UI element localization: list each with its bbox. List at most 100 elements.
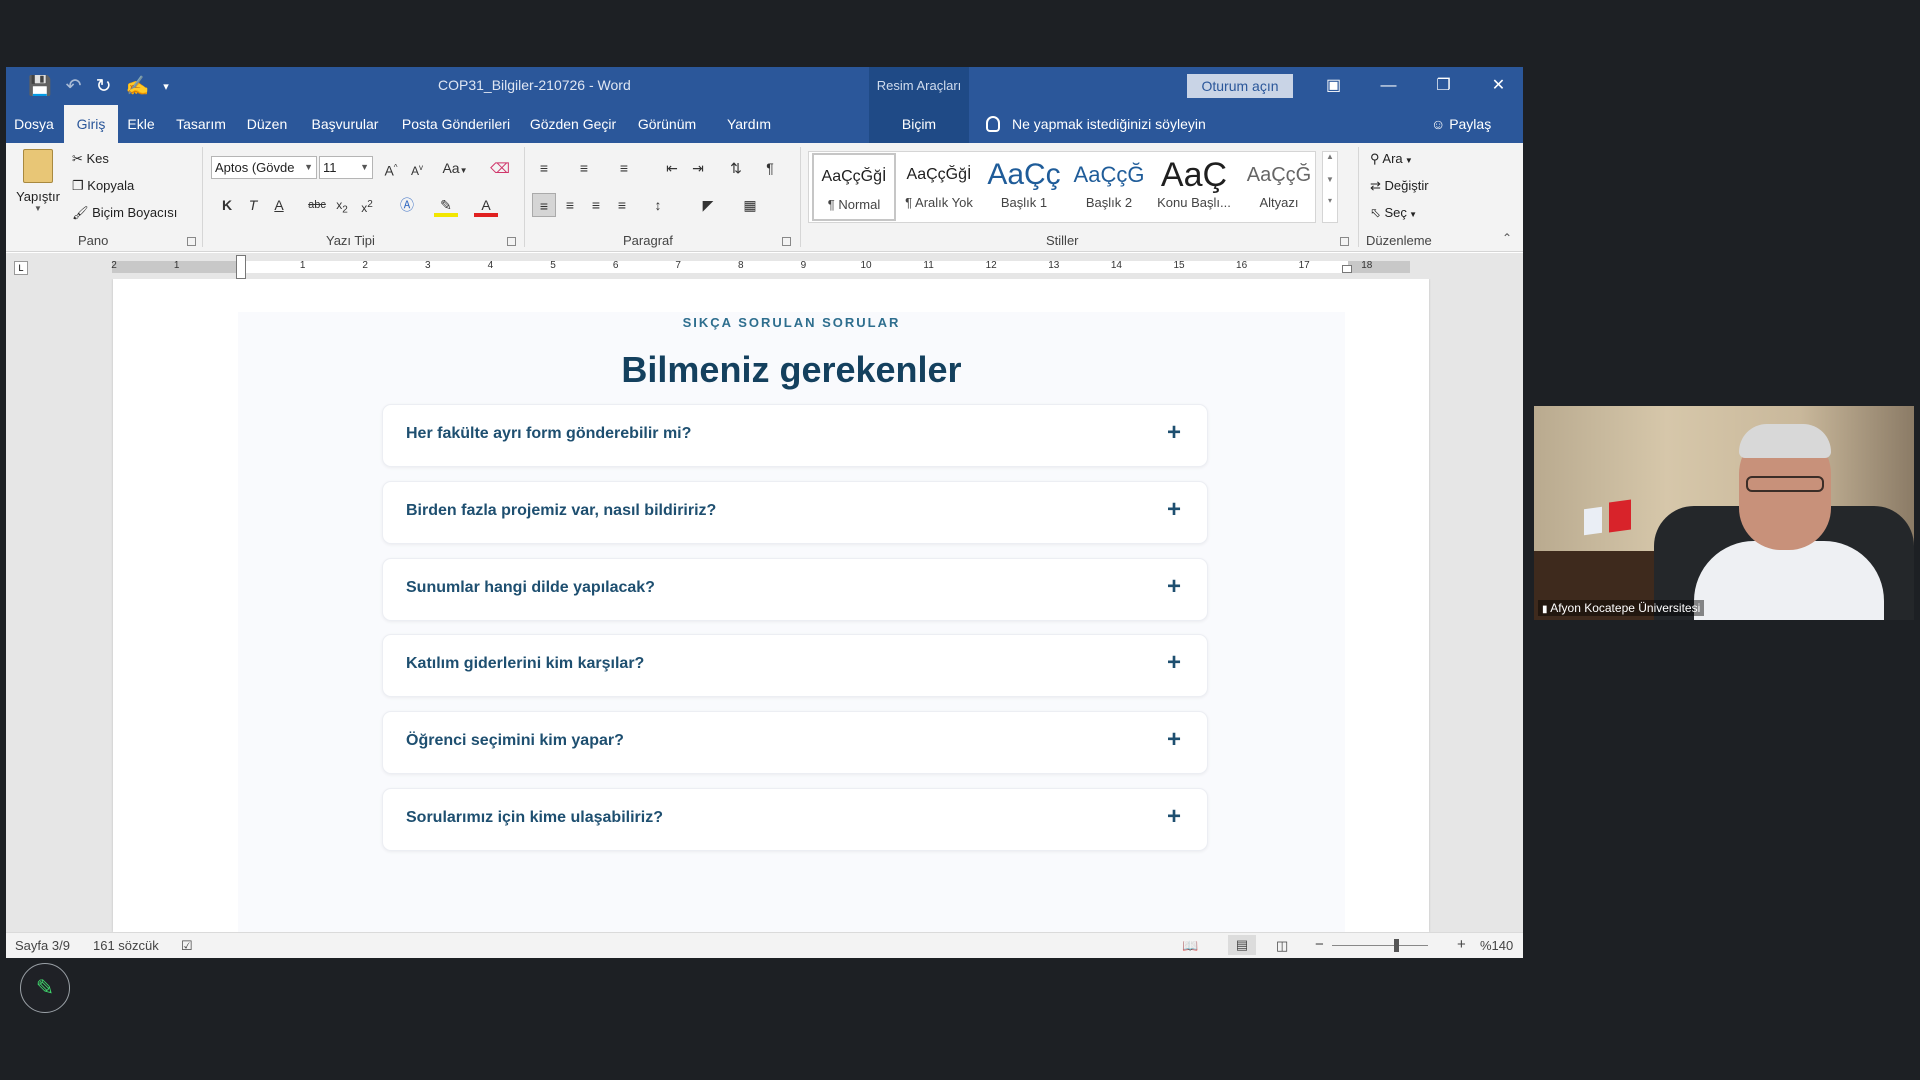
clear-formatting-icon[interactable]: ⌫ [488, 156, 512, 180]
tab-references[interactable]: Başvurular [298, 105, 392, 143]
dialog-launcher-icon[interactable] [187, 237, 196, 246]
select-button[interactable]: ⬁ Seç ▼ [1370, 205, 1417, 221]
style-heading-2[interactable]: AaÇçĞ Başlık 2 [1067, 153, 1151, 221]
tab-help[interactable]: Yardım [708, 105, 790, 143]
faq-item[interactable]: Sunumlar hangi dilde yapılacak? + [382, 558, 1208, 621]
copy-button[interactable]: ❐ Kopyala [72, 178, 134, 194]
borders-icon[interactable]: ▦ [738, 193, 762, 217]
faq-item[interactable]: Birden fazla projemiz var, nasıl bildiri… [382, 481, 1208, 544]
plus-icon[interactable]: + [1167, 573, 1181, 601]
zoom-slider-thumb[interactable] [1394, 939, 1399, 952]
superscript-icon[interactable]: x2 [355, 193, 379, 217]
tab-selector[interactable]: L [14, 261, 28, 275]
indent-marker[interactable] [236, 255, 246, 279]
document-page[interactable]: SIKÇA SORULAN SORULAR Bilmeniz gerekenle… [113, 279, 1429, 932]
strikethrough-button[interactable]: abc [305, 193, 329, 217]
pen-annotate-button[interactable]: ✎ [20, 963, 70, 1013]
style-subtitle[interactable]: AaÇçĞ Altyazı [1237, 153, 1321, 221]
dialog-launcher-icon[interactable] [1340, 237, 1349, 246]
plus-icon[interactable]: + [1167, 496, 1181, 524]
chevron-up-icon[interactable]: ▲ [1323, 152, 1337, 161]
subscript-icon[interactable]: x2 [330, 193, 354, 217]
cut-button[interactable]: ✂ Kes [72, 151, 109, 167]
styles-gallery-scroll[interactable]: ▲ ▼ ▾ [1322, 151, 1338, 223]
change-case-button[interactable]: Aa▼ [438, 156, 472, 180]
faq-item[interactable]: Her fakülte ayrı form gönderebilir mi? + [382, 404, 1208, 467]
plus-icon[interactable]: + [1167, 419, 1181, 447]
style-title[interactable]: AaÇ Konu Başlı... [1152, 153, 1236, 221]
tab-insert[interactable]: Ekle [118, 105, 164, 143]
zoom-slider[interactable] [1332, 945, 1428, 946]
sort-icon[interactable]: ⇅ [724, 156, 748, 180]
web-layout-icon[interactable]: ◫ [1276, 938, 1288, 954]
style-normal[interactable]: AaÇçĞğİ ¶ Normal [812, 153, 896, 221]
ribbon-display-icon[interactable]: ▣ [1306, 67, 1361, 105]
print-layout-icon[interactable]: ▤ [1228, 935, 1256, 955]
more-icon[interactable]: ▾ [1323, 196, 1337, 205]
faq-item[interactable]: Katılım giderlerini kim karşılar? + [382, 634, 1208, 697]
tab-layout[interactable]: Düzen [236, 105, 298, 143]
touch-mode-icon[interactable]: ✍ [126, 74, 150, 98]
paste-button[interactable]: Yapıştır ▼ [16, 149, 60, 213]
align-center-icon[interactable]: ≡ [558, 193, 582, 217]
chevron-down-icon[interactable]: ▼ [1323, 175, 1337, 184]
format-painter-button[interactable]: 🖌 Biçim Boyacısı [72, 205, 177, 221]
bold-button[interactable]: K [215, 193, 239, 217]
bullets-icon[interactable]: ≡ [532, 156, 556, 180]
page-indicator[interactable]: Sayfa 3/9 [15, 938, 70, 953]
faq-image[interactable]: SIKÇA SORULAN SORULAR Bilmeniz gerekenle… [238, 312, 1345, 932]
save-icon[interactable]: 💾 [28, 74, 52, 98]
tab-home[interactable]: Giriş [64, 105, 118, 143]
zoom-level[interactable]: %140 [1480, 938, 1513, 953]
faq-item[interactable]: Sorularımız için kime ulaşabiliriz? + [382, 788, 1208, 851]
increase-indent-icon[interactable]: ⇥ [686, 156, 710, 180]
dialog-launcher-icon[interactable] [507, 237, 516, 246]
replace-button[interactable]: ⇄ Değiştir [1370, 178, 1429, 194]
word-count[interactable]: 161 sözcük [93, 938, 159, 953]
style-no-spacing[interactable]: AaÇçĞğİ ¶ Aralık Yok [897, 153, 981, 221]
faq-item[interactable]: Öğrenci seçimini kim yapar? + [382, 711, 1208, 774]
decrease-indent-icon[interactable]: ⇤ [660, 156, 684, 180]
minimize-icon[interactable]: — [1361, 67, 1416, 105]
tab-review[interactable]: Gözden Geçir [520, 105, 626, 143]
plus-icon[interactable]: + [1167, 726, 1181, 754]
italic-button[interactable]: T [241, 193, 265, 217]
webcam-video[interactable]: ▮ Afyon Kocatepe Üniversitesi [1534, 406, 1914, 620]
read-mode-icon[interactable]: 📖 [1182, 938, 1198, 954]
tab-format[interactable]: Biçim [869, 105, 969, 143]
shrink-font-icon[interactable]: Av [405, 156, 429, 180]
shading-icon[interactable]: ◤ [696, 193, 720, 217]
signin-button[interactable]: Oturum açın [1187, 74, 1293, 98]
share-button[interactable]: ☺ Paylaş [1431, 105, 1491, 143]
tab-design[interactable]: Tasarım [166, 105, 236, 143]
right-indent-marker[interactable] [1342, 265, 1352, 273]
style-heading-1[interactable]: AaÇç Başlık 1 [982, 153, 1066, 221]
tab-file[interactable]: Dosya [6, 105, 62, 143]
customize-qat-icon[interactable]: ▾ [163, 80, 169, 93]
pilcrow-icon[interactable]: ¶ [758, 156, 782, 180]
restore-icon[interactable]: ❐ [1416, 67, 1471, 105]
proofing-icon[interactable]: ☑ [181, 938, 193, 954]
plus-icon[interactable]: + [1167, 649, 1181, 677]
align-right-icon[interactable]: ≡ [584, 193, 608, 217]
font-name-combo[interactable]: Aptos (Gövde ▼ [211, 156, 317, 179]
dialog-launcher-icon[interactable] [782, 237, 791, 246]
ruler-bar[interactable]: 2 1 1 2 3 4 5 6 7 8 9 10 11 12 13 14 15 16 17 18 [111, 255, 1410, 279]
underline-button[interactable]: A [267, 193, 291, 217]
grow-font-icon[interactable]: A^ [379, 156, 403, 180]
tab-mailings[interactable]: Posta Gönderileri [392, 105, 520, 143]
tell-me-box[interactable]: Ne yapmak istediğinizi söyleyin [986, 105, 1206, 143]
highlight-icon[interactable]: ✎ [434, 193, 458, 217]
numbering-icon[interactable]: ≡ [572, 156, 596, 180]
zoom-out-icon[interactable]: − [1315, 936, 1324, 953]
line-spacing-icon[interactable]: ↕ [646, 193, 670, 217]
font-color-button[interactable]: A [474, 193, 498, 217]
font-size-combo[interactable]: 11 ▼ [319, 156, 373, 179]
close-icon[interactable]: ✕ [1471, 67, 1523, 105]
find-button[interactable]: ⚲ Ara ▼ [1370, 151, 1413, 167]
collapse-ribbon-icon[interactable]: ⌃ [1502, 231, 1512, 245]
align-left-icon[interactable]: ≡ [532, 193, 556, 217]
tab-view[interactable]: Görünüm [626, 105, 708, 143]
justify-icon[interactable]: ≡ [610, 193, 634, 217]
redo-icon[interactable]: ↻ [96, 75, 112, 98]
